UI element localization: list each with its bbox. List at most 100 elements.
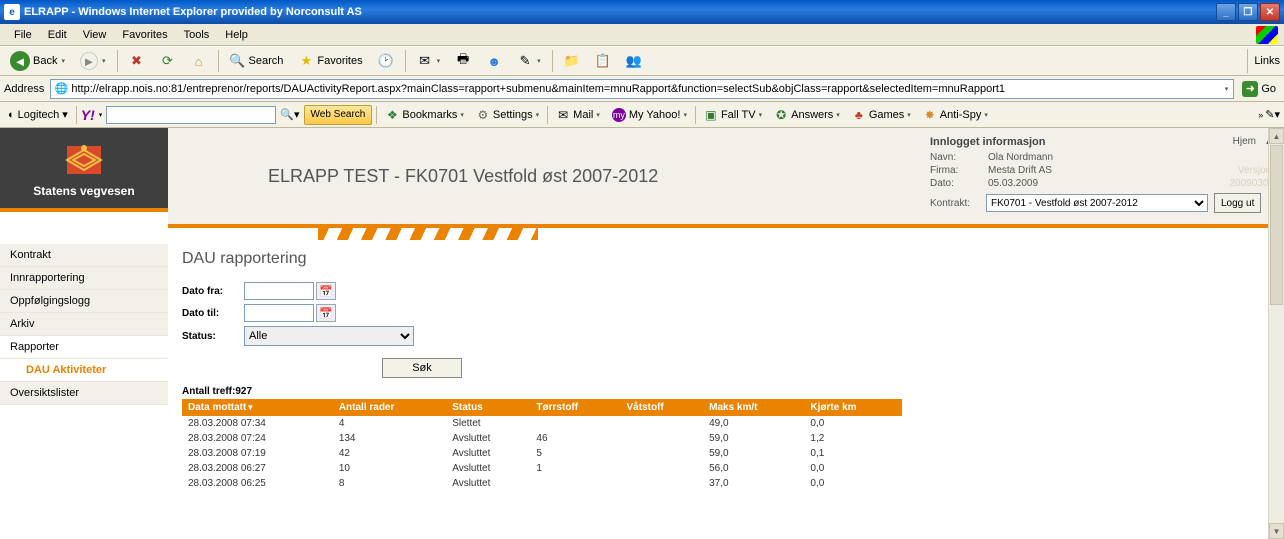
table-row[interactable]: 28.03.2008 06:258Avsluttet37,00,0 bbox=[182, 476, 902, 491]
close-button[interactable]: ✕ bbox=[1260, 3, 1280, 21]
calendar-icon-fra[interactable]: 📅 bbox=[316, 282, 336, 300]
menu-favorites[interactable]: Favorites bbox=[114, 27, 175, 43]
links-panel[interactable]: Links bbox=[1247, 49, 1280, 73]
back-button[interactable]: ◄Back▾ bbox=[4, 50, 71, 72]
bookmarks-button[interactable]: ❖Bookmarks▾ bbox=[381, 108, 468, 122]
address-dropdown[interactable]: ▾ bbox=[1222, 85, 1232, 93]
th-torrstoff[interactable]: Tørrstoff bbox=[530, 399, 620, 416]
settings-button[interactable]: ⚙Settings▾ bbox=[472, 108, 543, 122]
answers-button[interactable]: ✪Answers▾ bbox=[770, 108, 844, 122]
minimize-button[interactable]: _ bbox=[1216, 3, 1236, 21]
folder-button[interactable]: 📁 bbox=[558, 50, 586, 72]
logitech-button[interactable]: ◐Logitech▾ bbox=[4, 108, 72, 121]
scroll-down-button[interactable]: ▼ bbox=[1269, 523, 1284, 539]
expand-icon[interactable]: » bbox=[1258, 110, 1263, 120]
scroll-up-button[interactable]: ▲ bbox=[1269, 128, 1284, 144]
extra-toolbar: ◐Logitech▾ Y!▾ 🔍▾ Web Search ❖Bookmarks▾… bbox=[0, 102, 1284, 128]
myyahoo-button[interactable]: myMy Yahoo!▾ bbox=[608, 108, 691, 122]
sidebar-item-oppfolgingslogg[interactable]: Oppfølgingslogg bbox=[0, 290, 168, 313]
th-data-mottatt[interactable]: Data mottatt▼ bbox=[182, 399, 333, 416]
home-link[interactable]: Hjem bbox=[1233, 136, 1256, 147]
stop-icon: ✖ bbox=[129, 53, 145, 69]
address-input[interactable] bbox=[69, 83, 1221, 95]
mail-button[interactable]: ✉▾ bbox=[411, 50, 447, 72]
sidebar-item-oversiktslister[interactable]: Oversiktslister bbox=[0, 382, 168, 405]
table-cell bbox=[621, 461, 704, 476]
kontrakt-select[interactable]: FK0701 - Vestfold øst 2007-2012 bbox=[986, 194, 1208, 212]
sidebar-item-innrapportering[interactable]: Innrapportering bbox=[0, 267, 168, 290]
total-count: Antall treff:927 bbox=[182, 386, 1270, 397]
messenger-button[interactable]: ☻ bbox=[480, 50, 508, 72]
login-info-panel: Innlogget informasjon Hjem ▲ Navn:Ola No… bbox=[920, 128, 1284, 224]
stop-button[interactable]: ✖ bbox=[123, 50, 151, 72]
scroll-thumb[interactable] bbox=[1270, 145, 1283, 305]
edit-button[interactable]: ✎▾ bbox=[511, 50, 547, 72]
go-button[interactable]: ➜ Go bbox=[1238, 81, 1280, 97]
people-button[interactable]: 👥 bbox=[620, 50, 648, 72]
gear-icon: ⚙ bbox=[476, 108, 490, 122]
table-cell: 56,0 bbox=[703, 461, 804, 476]
home-button[interactable]: ⌂ bbox=[185, 50, 213, 72]
th-maks-kmt[interactable]: Maks km/t bbox=[703, 399, 804, 416]
menu-tools[interactable]: Tools bbox=[176, 27, 218, 43]
sidebar-item-rapporter[interactable]: Rapporter bbox=[0, 336, 168, 359]
sidebar-item-arkiv[interactable]: Arkiv bbox=[0, 313, 168, 336]
menu-help[interactable]: Help bbox=[217, 27, 256, 43]
sidebar: Statens vegvesen Kontrakt Innrapporterin… bbox=[0, 128, 168, 539]
th-antall-rader[interactable]: Antall rader bbox=[333, 399, 446, 416]
games-button[interactable]: ♣Games▾ bbox=[848, 108, 915, 122]
toolbar: ◄Back▾ ►▾ ✖ ⟳ ⌂ 🔍Search ★Favorites 🕑 ✉▾ … bbox=[0, 46, 1284, 76]
refresh-button[interactable]: ⟳ bbox=[154, 50, 182, 72]
yahoo-search-glass[interactable]: 🔍▾ bbox=[280, 108, 299, 121]
th-status[interactable]: Status bbox=[446, 399, 530, 416]
table-row[interactable]: 28.03.2008 07:1942Avsluttet559,00,1 bbox=[182, 446, 902, 461]
web-search-button[interactable]: Web Search bbox=[304, 105, 373, 125]
antispy-button[interactable]: ✸Anti-Spy▾ bbox=[919, 108, 992, 122]
dato-til-input[interactable] bbox=[244, 304, 314, 322]
sidebar-item-kontrakt[interactable]: Kontrakt bbox=[0, 244, 168, 267]
firma-label: Firma: bbox=[930, 165, 980, 176]
th-kjorte-km[interactable]: Kjørte km bbox=[804, 399, 902, 416]
main-content: ELRAPP TEST - FK0701 Vestfold øst 2007-2… bbox=[168, 128, 1284, 539]
print-button[interactable]: 🖶 bbox=[449, 50, 477, 72]
history-icon: 🕑 bbox=[378, 53, 394, 69]
table-cell: 134 bbox=[333, 431, 446, 446]
page-title: ELRAPP TEST - FK0701 Vestfold øst 2007-2… bbox=[268, 166, 658, 187]
calendar-icon-til[interactable]: 📅 bbox=[316, 304, 336, 322]
shield-icon: ✸ bbox=[923, 108, 937, 122]
logitech-label: Logitech bbox=[18, 109, 60, 121]
th-vatstoff[interactable]: Våtstoff bbox=[621, 399, 704, 416]
kontrakt-label: Kontrakt: bbox=[930, 198, 980, 209]
status-select[interactable]: Alle bbox=[244, 326, 414, 346]
yahoo-icon[interactable]: Y! bbox=[81, 107, 95, 123]
header-strip: ELRAPP TEST - FK0701 Vestfold øst 2007-2… bbox=[168, 128, 1284, 224]
table-row[interactable]: 28.03.2008 06:2710Avsluttet156,00,0 bbox=[182, 461, 902, 476]
table-cell bbox=[530, 476, 620, 491]
dato-fra-input[interactable] bbox=[244, 282, 314, 300]
search-button[interactable]: 🔍Search bbox=[224, 50, 290, 72]
menu-view[interactable]: View bbox=[75, 27, 115, 43]
tool2-button[interactable]: 📋 bbox=[589, 50, 617, 72]
favorites-button[interactable]: ★Favorites bbox=[292, 50, 368, 72]
table-row[interactable]: 28.03.2008 07:24134Avsluttet4659,01,2 bbox=[182, 431, 902, 446]
home-icon: ⌂ bbox=[191, 53, 207, 69]
logout-button[interactable]: Logg ut bbox=[1214, 193, 1261, 213]
go-icon: ➜ bbox=[1242, 81, 1258, 97]
hatch-decor bbox=[168, 228, 1284, 240]
falltv-button[interactable]: ▣Fall TV▾ bbox=[700, 108, 766, 122]
ymail-button[interactable]: ✉Mail▾ bbox=[552, 108, 604, 122]
forward-button[interactable]: ►▾ bbox=[74, 50, 112, 72]
search-submit-button[interactable]: Søk bbox=[382, 358, 462, 378]
history-button[interactable]: 🕑 bbox=[372, 50, 400, 72]
sidebar-sub-dau[interactable]: DAU Aktiviteter bbox=[0, 359, 168, 382]
table-row[interactable]: 28.03.2008 07:344Slettet49,00,0 bbox=[182, 416, 902, 431]
vertical-scrollbar[interactable]: ▲ ▼ bbox=[1268, 128, 1284, 539]
maximize-button[interactable]: ❐ bbox=[1238, 3, 1258, 21]
table-cell: 0,0 bbox=[804, 476, 902, 491]
star-icon: ★ bbox=[298, 53, 314, 69]
pencil-icon[interactable]: ✎▾ bbox=[1265, 108, 1280, 121]
yahoo-search-input[interactable] bbox=[106, 106, 276, 124]
menu-file[interactable]: File bbox=[6, 27, 40, 43]
windows-flag-icon[interactable] bbox=[1256, 26, 1278, 44]
menu-edit[interactable]: Edit bbox=[40, 27, 75, 43]
